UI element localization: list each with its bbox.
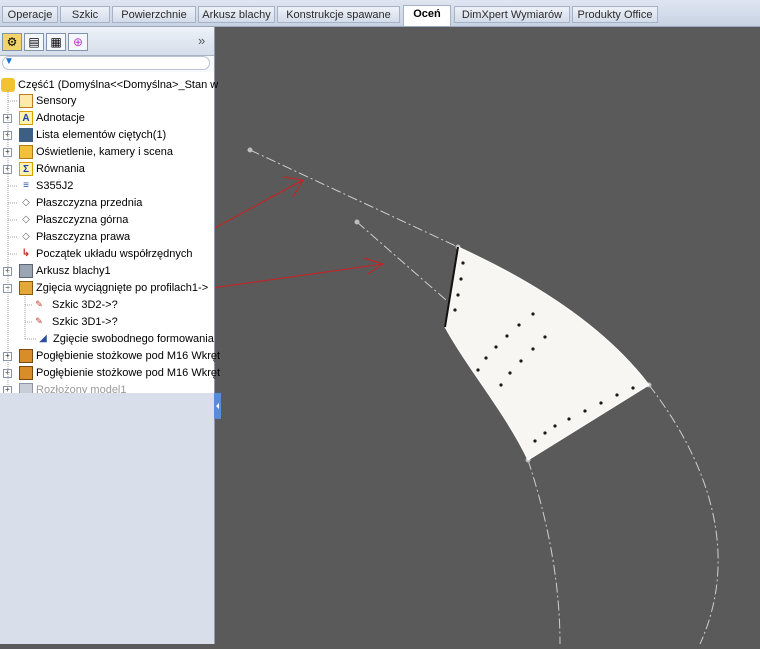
sketch-line xyxy=(356,221,447,301)
tab-ocen[interactable]: Oceń xyxy=(403,5,451,26)
tab-operacje[interactable]: Operacje xyxy=(2,6,58,23)
expand-plus-icon[interactable]: + xyxy=(3,165,12,174)
annotation-arrows xyxy=(111,176,385,303)
feature-tree-tab-icon[interactable]: ⚙ xyxy=(2,33,22,51)
feature-manager-panel: ⚙ ▤ ▦ ⊕ » ▼ Część1 (Domyślna<<Domyślna>_… xyxy=(0,27,220,644)
expand-plus-icon[interactable]: + xyxy=(3,352,12,361)
annotation-icon: A xyxy=(19,111,33,125)
property-manager-tab-icon[interactable]: ▤ xyxy=(24,33,44,51)
filter-funnel-icon[interactable]: ▼ xyxy=(4,56,14,67)
feature-tree: Część1 (Domyślna<<Domyślna>_Stan w Senso… xyxy=(0,74,220,397)
hole-icon xyxy=(19,366,33,380)
origin-icon: ↳ xyxy=(21,248,31,259)
tree-filter-bar: ▼ xyxy=(0,56,214,72)
tab-arkusz-blachy[interactable]: Arkusz blachy xyxy=(198,6,275,23)
expand-plus-icon[interactable]: + xyxy=(3,114,12,123)
command-manager-tabs: Operacje Szkic Powierzchnie Arkusz blach… xyxy=(0,0,760,27)
model-view[interactable] xyxy=(111,27,760,645)
plane-icon: ◇ xyxy=(22,214,30,225)
tab-powierzchnie[interactable]: Powierzchnie xyxy=(112,6,196,23)
sketch-curve xyxy=(648,384,719,645)
panel-overflow-chevron[interactable]: » xyxy=(198,33,205,48)
expand-plus-icon[interactable]: + xyxy=(3,131,12,140)
equations-icon: Σ xyxy=(19,162,33,176)
expand-plus-icon[interactable]: + xyxy=(3,369,12,378)
sketch-point[interactable] xyxy=(354,219,360,225)
lofted-bend-icon xyxy=(19,281,33,295)
cutlist-icon xyxy=(19,128,33,142)
part-icon xyxy=(1,78,15,92)
sketch3d-icon: ✎ xyxy=(35,299,43,309)
configuration-manager-tab-icon[interactable]: ▦ xyxy=(46,33,66,51)
sensor-icon xyxy=(19,94,33,108)
lights-icon xyxy=(19,145,33,159)
flatten-icon: ◢ xyxy=(39,333,47,344)
plane-icon: ◇ xyxy=(22,197,30,208)
tab-produkty-office[interactable]: Produkty Office xyxy=(572,6,658,23)
sketch-point[interactable] xyxy=(247,147,253,153)
material-icon: ≡ xyxy=(23,180,29,191)
sheetmetal-icon xyxy=(19,264,33,278)
sketch-curve xyxy=(527,459,561,645)
hole-icon xyxy=(19,349,33,363)
panel-empty-area xyxy=(0,393,214,644)
panel-toolbar: ⚙ ▤ ▦ ⊕ » xyxy=(0,27,214,56)
collapse-minus-icon[interactable]: − xyxy=(3,284,12,293)
tab-szkic[interactable]: Szkic xyxy=(60,6,110,23)
tab-dimxpert[interactable]: DimXpert Wymiarów xyxy=(454,6,570,23)
graphics-viewport[interactable] xyxy=(111,27,760,645)
plane-icon: ◇ xyxy=(22,231,30,242)
dimxpert-manager-tab-icon[interactable]: ⊕ xyxy=(68,33,88,51)
tree-filter-input[interactable] xyxy=(2,56,210,70)
sketch-line xyxy=(249,149,459,248)
sketch3d-icon: ✎ xyxy=(35,316,43,326)
tab-konstrukcje-spawane[interactable]: Konstrukcje spawane xyxy=(277,6,400,23)
sheet-metal-body[interactable] xyxy=(444,246,650,461)
expand-plus-icon[interactable]: + xyxy=(3,267,12,276)
expand-plus-icon[interactable]: + xyxy=(3,148,12,157)
